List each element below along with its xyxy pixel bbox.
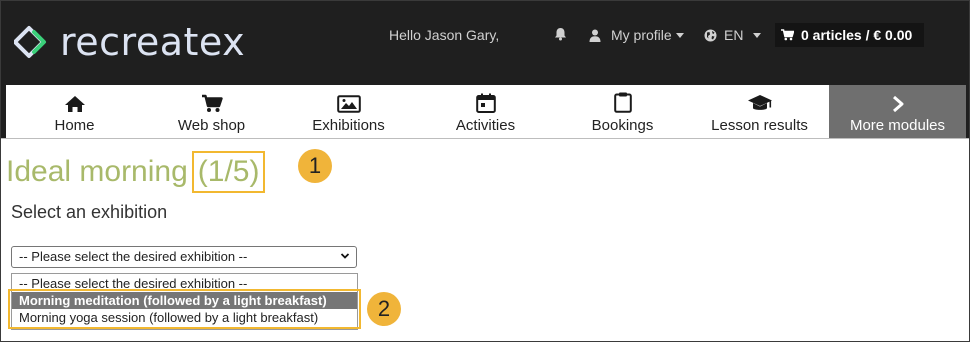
nav-item-home[interactable]: Home	[6, 85, 143, 138]
chevron-right-icon	[892, 95, 903, 113]
clipboard-icon	[613, 92, 632, 113]
nav-label: Web shop	[177, 117, 246, 134]
nav-label: Home	[54, 117, 95, 134]
recreatex-logo-icon	[14, 26, 46, 58]
nav-label: More modules	[849, 117, 946, 134]
nav-item-bookings[interactable]: Bookings	[554, 85, 691, 138]
step-counter: (1/5)	[191, 151, 266, 193]
graduation-cap-icon	[747, 95, 772, 110]
nav-item-web-shop[interactable]: Web shop	[143, 85, 280, 138]
language-label: EN	[724, 27, 744, 43]
callout-badge-1: 1	[298, 149, 332, 183]
brand-name: recreatex	[60, 20, 246, 64]
chevron-down-icon	[675, 32, 684, 38]
cart-summary: 0 articles / € 0.00	[801, 27, 913, 43]
page-title: Ideal morning (1/5)	[6, 151, 266, 193]
options-callout-frame	[8, 289, 361, 329]
nav-item-more-modules[interactable]: More modules	[829, 85, 966, 138]
top-header: recreatex Hello Jason Gary, My profile E…	[1, 1, 969, 85]
globe-icon	[704, 29, 717, 41]
nav-label: Activities	[455, 117, 516, 134]
image-icon	[336, 95, 361, 113]
profile-menu[interactable]: My profile	[589, 27, 684, 43]
cart-icon	[781, 29, 794, 41]
greeting-text: Hello Jason Gary,	[389, 27, 500, 43]
section-label: Select an exhibition	[11, 202, 168, 222]
app-frame: recreatex Hello Jason Gary, My profile E…	[0, 0, 970, 342]
cart-icon	[201, 94, 223, 112]
nav-divider	[1, 138, 969, 139]
nav-item-lesson-results[interactable]: Lesson results	[691, 85, 828, 138]
calendar-icon	[475, 93, 496, 113]
cart-button[interactable]: 0 articles / € 0.00	[775, 23, 925, 47]
profile-label: My profile	[611, 27, 672, 43]
chevron-down-icon	[340, 253, 350, 259]
nav-edge-right	[966, 85, 969, 138]
notifications-button[interactable]	[554, 27, 567, 41]
nav-item-exhibitions[interactable]: Exhibitions	[280, 85, 417, 138]
select-value: -- Please select the desired exhibition …	[19, 249, 248, 264]
nav-item-activities[interactable]: Activities	[417, 85, 554, 138]
chevron-down-icon	[753, 32, 762, 38]
brand-logo[interactable]: recreatex	[14, 23, 245, 61]
user-icon	[589, 29, 601, 42]
nav-label: Bookings	[591, 117, 654, 134]
main-nav: Home Web shop Exhibitions Activities Boo…	[6, 85, 966, 138]
page-title-text: Ideal morning	[6, 155, 188, 188]
nav-label: Lesson results	[711, 117, 808, 134]
callout-badge-2: 2	[367, 292, 401, 326]
exhibition-select[interactable]: -- Please select the desired exhibition …	[11, 246, 357, 268]
language-selector[interactable]: EN	[704, 27, 762, 43]
nav-label: Exhibitions	[312, 117, 385, 134]
bell-icon	[555, 28, 566, 41]
home-icon	[64, 96, 85, 112]
